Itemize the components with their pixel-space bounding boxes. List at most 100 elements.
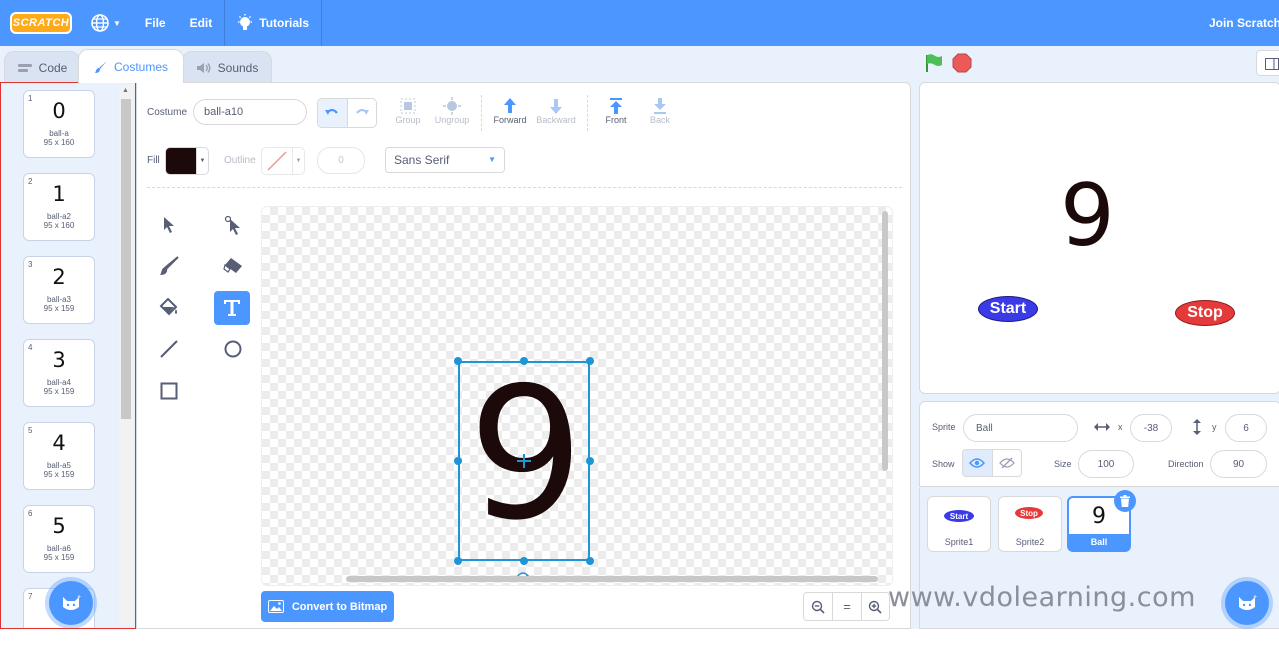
direction-input[interactable]: 90	[1210, 450, 1267, 478]
small-stage-icon	[1265, 58, 1279, 70]
bottom-strip	[0, 629, 1279, 657]
language-menu[interactable]: ▼	[72, 0, 133, 46]
reshape-pointer-icon	[224, 215, 240, 235]
join-scratch-link[interactable]: Join Scratch	[1209, 0, 1279, 46]
choose-sprite-button[interactable]: +	[1225, 581, 1269, 625]
rectangle-tool[interactable]	[151, 374, 187, 408]
costume-item[interactable]: 5 4 ball-a5 95 x 159	[23, 422, 95, 490]
edit-menu[interactable]: Edit	[178, 0, 225, 46]
costume-thumbnail: 5	[52, 514, 66, 538]
paint-canvas[interactable]: 9	[261, 206, 893, 586]
scratch-logo[interactable]: SCRATCH	[10, 12, 72, 34]
file-menu[interactable]: File	[133, 0, 178, 46]
eye-slash-icon	[999, 457, 1015, 469]
eraser-tool[interactable]	[215, 249, 251, 283]
chevron-down-icon: ▼	[113, 18, 121, 28]
back-button[interactable]: Back	[637, 97, 683, 125]
globe-icon	[91, 14, 109, 32]
front-button[interactable]: Front	[593, 97, 639, 125]
outline-width-input[interactable]: 0	[317, 147, 365, 174]
show-sprite-button[interactable]	[963, 450, 992, 476]
tab-costumes-label: Costumes	[113, 59, 169, 74]
costume-name: ball-a	[49, 129, 69, 138]
backward-button[interactable]: Backward	[533, 97, 579, 125]
resize-handle[interactable]	[586, 557, 594, 565]
sprite-name-input[interactable]: Ball	[963, 414, 1078, 442]
text-t-icon	[224, 300, 240, 316]
stage-start-sprite[interactable]: Start	[978, 296, 1038, 322]
stage-ball-sprite[interactable]: 9	[1060, 171, 1115, 261]
zoom-controls: =	[803, 592, 890, 621]
paint-bucket-icon	[159, 297, 178, 316]
costume-list-scrollbar[interactable]: ▲	[119, 85, 133, 625]
costume-name-input[interactable]: ball-a10	[193, 99, 307, 125]
costume-item[interactable]: 2 1 ball-a2 95 x 160	[23, 173, 95, 241]
canvas-horizontal-scrollbar[interactable]	[346, 576, 878, 582]
resize-handle[interactable]	[586, 357, 594, 365]
stop-sign-icon[interactable]	[952, 53, 972, 73]
size-label: Size	[1054, 459, 1072, 469]
tab-sounds[interactable]: Sounds	[182, 51, 272, 83]
line-tool[interactable]	[151, 332, 187, 366]
reshape-tool[interactable]	[215, 208, 251, 242]
undo-button[interactable]	[318, 99, 347, 127]
select-tool[interactable]	[151, 208, 187, 242]
font-dropdown[interactable]: Sans Serif ▼	[385, 147, 505, 173]
costume-name: ball-a2	[46, 212, 71, 221]
resize-handle[interactable]	[454, 457, 462, 465]
stage-size-toggle[interactable]	[1256, 50, 1279, 76]
sprite-tile-sprite1[interactable]: Start Sprite1	[927, 496, 991, 552]
resize-handle[interactable]	[454, 557, 462, 565]
costume-number: 3	[28, 260, 33, 269]
costume-name: ball-a6	[46, 544, 71, 553]
x-position-input[interactable]: -38	[1130, 414, 1172, 442]
canvas-vertical-scrollbar[interactable]	[882, 211, 888, 471]
sprite-tile-sprite2[interactable]: Stop Sprite2	[998, 496, 1062, 552]
stage[interactable]: 9 Start Stop	[919, 82, 1279, 394]
circle-icon	[224, 340, 242, 358]
zoom-out-button[interactable]	[804, 593, 832, 620]
sprite-thumbnail: Start	[944, 510, 974, 522]
stage-stop-sprite[interactable]: Stop	[1175, 300, 1235, 326]
delete-sprite-button[interactable]	[1114, 490, 1136, 512]
resize-handle[interactable]	[520, 557, 528, 565]
costume-item[interactable]: 1 0 ball-a 95 x 160	[23, 90, 95, 158]
brush-tool[interactable]	[151, 249, 187, 283]
eye-icon	[969, 458, 986, 468]
x-label: x	[1118, 422, 1123, 432]
forward-button[interactable]: Forward	[487, 97, 533, 125]
green-flag-icon[interactable]	[924, 53, 944, 73]
zoom-in-button[interactable]	[860, 593, 889, 620]
hide-sprite-button[interactable]	[991, 450, 1021, 476]
resize-handle[interactable]	[454, 357, 462, 365]
send-back-icon	[654, 98, 666, 114]
circle-tool[interactable]	[215, 332, 251, 366]
convert-to-bitmap-button[interactable]: Convert to Bitmap	[261, 591, 394, 622]
outline-color-picker[interactable]: ▼	[261, 147, 305, 175]
group-label: Group	[395, 115, 421, 125]
group-button[interactable]: Group	[385, 97, 431, 125]
front-label: Front	[605, 115, 627, 125]
tab-costumes[interactable]: Costumes	[78, 49, 184, 83]
costume-item[interactable]: 6 5 ball-a6 95 x 159	[23, 505, 95, 573]
tab-code[interactable]: Code	[4, 51, 80, 83]
eraser-icon	[223, 258, 242, 273]
scratch-editor: SCRATCH ▼ File Edit Tutorials Join Scrat…	[0, 0, 1279, 657]
size-input[interactable]: 100	[1078, 450, 1134, 478]
zoom-reset-button[interactable]: =	[832, 593, 860, 620]
resize-handle[interactable]	[586, 457, 594, 465]
sprite-name: Sprite2	[1015, 537, 1045, 547]
redo-button[interactable]	[346, 99, 376, 127]
fill-tool[interactable]	[151, 290, 187, 324]
scroll-up-arrow-icon[interactable]: ▲	[122, 87, 129, 94]
y-position-input[interactable]: 6	[1225, 414, 1267, 442]
choose-costume-button[interactable]: +	[49, 581, 93, 625]
costume-item[interactable]: 3 2 ball-a3 95 x 159	[23, 256, 95, 324]
ungroup-button[interactable]: Ungroup	[429, 97, 475, 125]
resize-handle[interactable]	[520, 357, 528, 365]
tutorials-menu[interactable]: Tutorials	[225, 0, 321, 46]
costume-item[interactable]: 4 3 ball-a4 95 x 159	[23, 339, 95, 407]
text-tool[interactable]	[214, 291, 250, 325]
scrollbar-thumb[interactable]	[121, 99, 131, 419]
fill-color-picker[interactable]: ▼	[165, 147, 209, 175]
